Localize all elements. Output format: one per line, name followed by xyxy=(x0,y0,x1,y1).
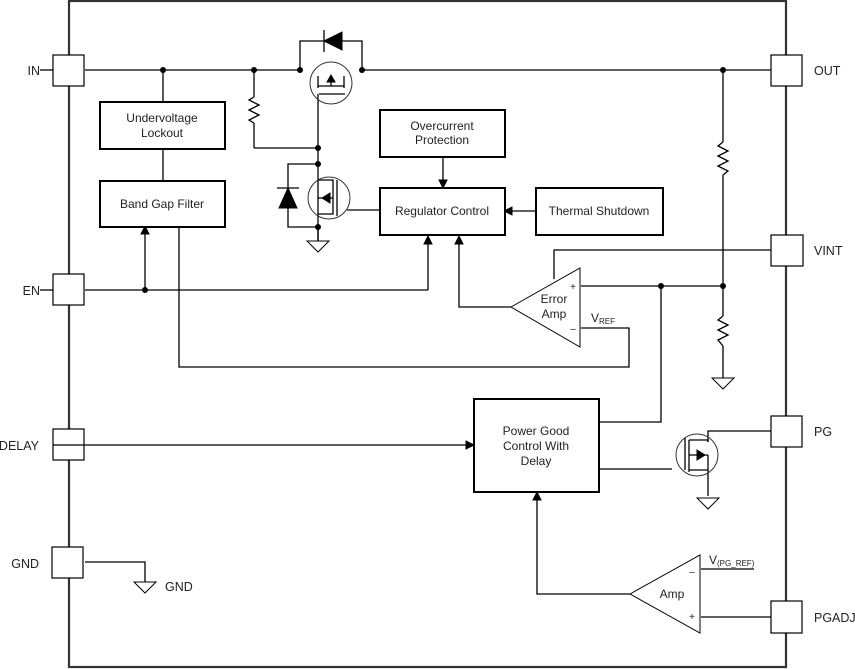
pin-pgadj-label: PGADJ xyxy=(814,611,855,625)
arrow-ocp-to-regulator xyxy=(438,179,448,190)
pin-in: IN xyxy=(28,54,85,87)
vpgref-label: V(PG_REF) xyxy=(709,553,755,568)
regulator-control-block: Regulator Control xyxy=(379,187,506,236)
error-amp-minus: – xyxy=(570,324,576,335)
error-amp-plus: + xyxy=(570,282,576,293)
power-good-block: Power Good Control With Delay xyxy=(473,398,600,493)
pin-out-label: OUT xyxy=(814,64,841,78)
resistor-icon xyxy=(716,141,730,176)
ground-icon xyxy=(710,377,736,390)
uvlo-block: Undervoltage Lockout xyxy=(99,101,226,150)
ocp-block: Overcurrent Protection xyxy=(379,109,506,158)
zener-diode-icon xyxy=(277,186,299,209)
vref-label: VREF xyxy=(591,311,615,326)
pin-in-label: IN xyxy=(28,64,41,78)
ocp-label-line2: Protection xyxy=(415,133,469,147)
diode-icon xyxy=(322,30,343,52)
pass-mosfet-icon xyxy=(309,61,353,105)
pg-mosfet-icon xyxy=(675,433,719,477)
pin-pgadj: PGADJ xyxy=(770,600,855,634)
arrow-amp-to-pg xyxy=(532,490,542,501)
arrow-en-to-regulator xyxy=(423,234,433,245)
ground-icon xyxy=(305,240,331,253)
pin-delay-label: DELAY xyxy=(0,439,40,453)
pg-amp: Amp – + xyxy=(628,554,701,634)
thermal-shutdown-block: Thermal Shutdown xyxy=(535,187,664,236)
pin-pg: PG xyxy=(770,415,832,448)
ground-icon xyxy=(132,581,158,594)
resistor-icon xyxy=(247,96,261,124)
control-mosfet-icon xyxy=(307,176,351,220)
pin-en-label: EN xyxy=(23,284,40,298)
arrow-delay-to-pg xyxy=(465,440,476,450)
bandgap-block: Band Gap Filter xyxy=(99,180,226,228)
error-amp: Error Amp + – xyxy=(509,267,581,348)
pg-block-label-line1: Power Good xyxy=(503,424,570,438)
error-amp-label-line1: Error xyxy=(541,292,568,306)
bandgap-label: Band Gap Filter xyxy=(120,197,204,211)
uvlo-label-line2: Lockout xyxy=(141,126,184,140)
resistor-icon xyxy=(716,315,730,347)
block-diagram: Undervoltage Lockout Band Gap Filter Ove… xyxy=(0,0,855,669)
uvlo-label-line1: Undervoltage xyxy=(126,111,198,125)
pg-amp-plus: + xyxy=(689,612,695,623)
ocp-label-line1: Overcurrent xyxy=(410,119,474,133)
error-amp-label-line2: Amp xyxy=(542,307,567,321)
pg-amp-minus: – xyxy=(689,567,695,578)
thermal-label: Thermal Shutdown xyxy=(549,204,650,218)
pin-delay: DELAY xyxy=(0,428,85,461)
pin-pg-label: PG xyxy=(814,425,832,439)
pin-out: OUT xyxy=(770,54,841,87)
ground-icon xyxy=(695,497,721,510)
pin-gnd: GND xyxy=(11,546,84,579)
pin-gnd-label: GND xyxy=(11,557,39,571)
pg-block-label-line2: Control With xyxy=(503,439,569,453)
pin-vint-label: VINT xyxy=(814,244,843,258)
ground-label: GND xyxy=(165,580,193,594)
regulator-label: Regulator Control xyxy=(395,204,489,218)
pg-amp-label: Amp xyxy=(660,587,685,601)
pin-en: EN xyxy=(23,273,85,306)
pg-block-label-line3: Delay xyxy=(521,454,552,468)
arrow-erroramp-to-regulator xyxy=(454,234,464,245)
pin-vint: VINT xyxy=(770,234,843,267)
junctions xyxy=(142,67,726,293)
